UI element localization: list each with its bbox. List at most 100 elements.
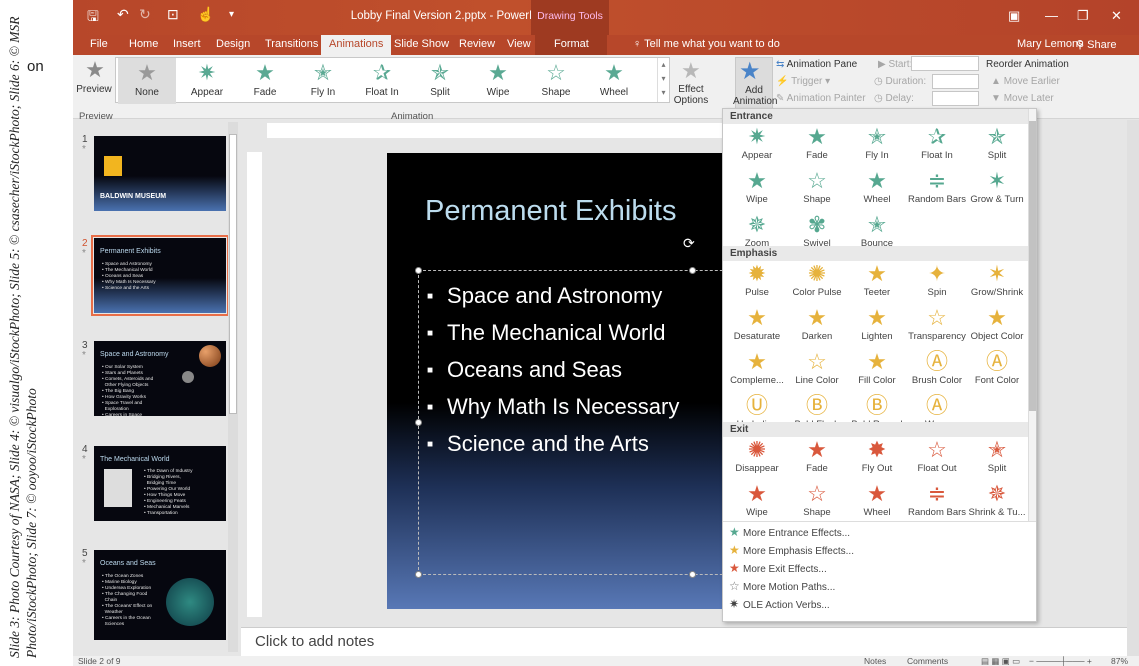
resize-handle[interactable] <box>415 571 422 578</box>
exit-shape[interactable]: ☆ Shape <box>787 481 847 525</box>
tab-format[interactable]: Format <box>554 38 589 50</box>
gallery-item-fade[interactable]: ★ Fade <box>238 58 292 104</box>
animation-painter-button[interactable]: ✎ Animation Painter <box>776 93 866 104</box>
more-motion-paths[interactable]: ☆ More Motion Paths... <box>729 579 835 593</box>
delay-spinner[interactable] <box>932 91 979 106</box>
more-emphasis-effects[interactable]: ★ More Emphasis Effects... <box>729 543 854 557</box>
exit-random-bars[interactable]: ≑ Random Bars <box>907 481 967 525</box>
emphasis-color-pulse[interactable]: ✺ Color Pulse <box>787 261 847 305</box>
close-icon[interactable]: ✕ <box>1111 8 1122 24</box>
rotate-handle-icon[interactable]: ⟳ <box>683 235 695 252</box>
resize-handle[interactable] <box>689 267 696 274</box>
notes-button[interactable]: Notes <box>864 656 886 666</box>
preview-star-icon[interactable]: ★ <box>83 57 107 85</box>
entrance-fly-in[interactable]: ✭ Fly In <box>847 124 907 168</box>
entrance-appear[interactable]: ✷ Appear <box>727 124 787 168</box>
zoom-level[interactable]: 87% <box>1111 656 1128 666</box>
entrance-wheel[interactable]: ★ Wheel <box>847 168 907 212</box>
minimize-icon[interactable]: — <box>1045 8 1058 23</box>
share-button[interactable]: ⚲ Share <box>1076 38 1116 51</box>
entrance-wipe[interactable]: ★ Wipe <box>727 168 787 212</box>
resize-handle[interactable] <box>415 419 422 426</box>
gallery-item-fly-in[interactable]: ✭ Fly In <box>296 58 350 104</box>
slide-title[interactable]: Permanent Exhibits <box>425 195 676 228</box>
present-icon[interactable]: ⊡ <box>167 6 179 23</box>
emphasis-darken[interactable]: ★ Darken <box>787 305 847 349</box>
thumbnail-scroll-thumb[interactable] <box>229 134 237 414</box>
exit-fade[interactable]: ★ Fade <box>787 437 847 481</box>
save-icon[interactable]: 🖫 <box>87 6 99 30</box>
entrance-split[interactable]: ✯ Split <box>967 124 1027 168</box>
tab-slide-show[interactable]: Slide Show <box>394 38 449 50</box>
user-name[interactable]: Mary Lemons <box>1017 38 1084 50</box>
zoom-slider[interactable]: − ────┼─── + <box>1029 656 1092 666</box>
view-buttons[interactable]: ▤ ▦ ▣ ▭ <box>981 656 1020 666</box>
add-animation-button[interactable]: Add Animation <box>733 85 777 107</box>
trigger-button[interactable]: ⚡ Trigger ▾ <box>776 76 830 87</box>
ole-action-verbs[interactable]: ✷ OLE Action Verbs... <box>729 597 830 611</box>
emphasis-grow-shrink[interactable]: ✶ Grow/Shrink <box>967 261 1027 305</box>
tab-home[interactable]: Home <box>129 38 158 50</box>
tab-file[interactable]: File <box>90 38 108 50</box>
emphasis-desaturate[interactable]: ★ Desaturate <box>727 305 787 349</box>
resize-handle[interactable] <box>689 571 696 578</box>
customize-qat-icon[interactable]: ▾ <box>229 9 234 20</box>
exit-fly-out[interactable]: ✸ Fly Out <box>847 437 907 481</box>
start-select[interactable] <box>911 56 979 71</box>
slide-bullet-list[interactable]: Space and Astronomy The Mechanical World… <box>427 278 679 463</box>
emphasis-brush-color[interactable]: Ⓐ Brush Color <box>907 349 967 393</box>
emphasis-transparency[interactable]: ☆ Transparency <box>907 305 967 349</box>
slide-thumbnail-3[interactable]: Space and Astronomy • Our Solar System •… <box>94 341 226 416</box>
gallery-item-wipe[interactable]: ★ Wipe <box>471 58 525 104</box>
exit-wheel[interactable]: ★ Wheel <box>847 481 907 525</box>
more-entrance-effects[interactable]: ★ More Entrance Effects... <box>729 525 850 539</box>
tell-me-box[interactable]: ♀ Tell me what you want to do <box>633 38 780 50</box>
dropdown-scroll-thumb[interactable] <box>1029 121 1036 411</box>
restore-icon[interactable]: ❐ <box>1077 8 1089 24</box>
slide-thumbnail-5[interactable]: Oceans and Seas • The Ocean Zones • Mari… <box>94 550 226 640</box>
exit-wipe[interactable]: ★ Wipe <box>727 481 787 525</box>
move-later-button[interactable]: ▼ Move Later <box>991 93 1054 104</box>
tab-review[interactable]: Review <box>459 38 495 50</box>
tab-design[interactable]: Design <box>216 38 250 50</box>
emphasis-line-color[interactable]: ☆ Line Color <box>787 349 847 393</box>
undo-icon[interactable]: ↶ <box>117 6 129 23</box>
gallery-item-split[interactable]: ✯ Split <box>413 58 467 104</box>
gallery-item-shape[interactable]: ☆ Shape <box>529 58 583 104</box>
emphasis-teeter[interactable]: ★ Teeter <box>847 261 907 305</box>
animation-pane-button[interactable]: ⇆ Animation Pane <box>776 59 857 70</box>
current-slide[interactable]: Permanent Exhibits Space and Astronomy T… <box>387 153 725 609</box>
emphasis-lighten[interactable]: ★ Lighten <box>847 305 907 349</box>
exit-disappear[interactable]: ✺ Disappear <box>727 437 787 481</box>
slide-thumbnail-4[interactable]: The Mechanical World • The Dawn of Indus… <box>94 446 226 521</box>
entrance-grow-turn[interactable]: ✶ Grow & Turn <box>967 168 1027 212</box>
gallery-scroll[interactable]: ▴ ▾ ▾ <box>657 58 669 102</box>
entrance-fade[interactable]: ★ Fade <box>787 124 847 168</box>
emphasis-font-color[interactable]: Ⓐ Font Color <box>967 349 1027 393</box>
resize-handle[interactable] <box>415 267 422 274</box>
duration-spinner[interactable] <box>932 74 979 89</box>
emphasis-object-color[interactable]: ★ Object Color <box>967 305 1027 349</box>
ribbon-display-icon[interactable]: ▣ <box>1008 8 1020 24</box>
emphasis-compleme[interactable]: ★ Compleme... <box>727 349 787 393</box>
editor-scrollbar[interactable] <box>1127 120 1139 656</box>
more-exit-effects[interactable]: ★ More Exit Effects... <box>729 561 827 575</box>
slide-thumbnail-1[interactable]: BALDWIN MUSEUM <box>94 136 226 211</box>
redo-icon[interactable]: ↻ <box>139 6 151 23</box>
exit-split[interactable]: ✭ Split <box>967 437 1027 481</box>
comments-button[interactable]: Comments <box>907 656 948 666</box>
entrance-float-in[interactable]: ✰ Float In <box>907 124 967 168</box>
preview-button[interactable]: Preview <box>76 84 112 95</box>
exit-shrink-tu[interactable]: ✵ Shrink & Tu... <box>967 481 1027 525</box>
gallery-item-appear[interactable]: ✷ Appear <box>180 58 234 104</box>
move-earlier-button[interactable]: ▲ Move Earlier <box>991 76 1060 87</box>
notes-pane[interactable]: Click to add notes <box>241 627 1139 656</box>
slide-thumbnail-2[interactable]: Permanent Exhibits • Space and Astronomy… <box>91 235 229 316</box>
entrance-random-bars[interactable]: ≑ Random Bars <box>907 168 967 212</box>
gallery-item-none[interactable]: ★ None <box>118 58 176 104</box>
emphasis-fill-color[interactable]: ★ Fill Color <box>847 349 907 393</box>
emphasis-pulse[interactable]: ✹ Pulse <box>727 261 787 305</box>
gallery-item-wheel[interactable]: ★ Wheel <box>587 58 641 104</box>
tab-insert[interactable]: Insert <box>173 38 201 50</box>
gallery-item-float-in[interactable]: ✰ Float In <box>355 58 409 104</box>
